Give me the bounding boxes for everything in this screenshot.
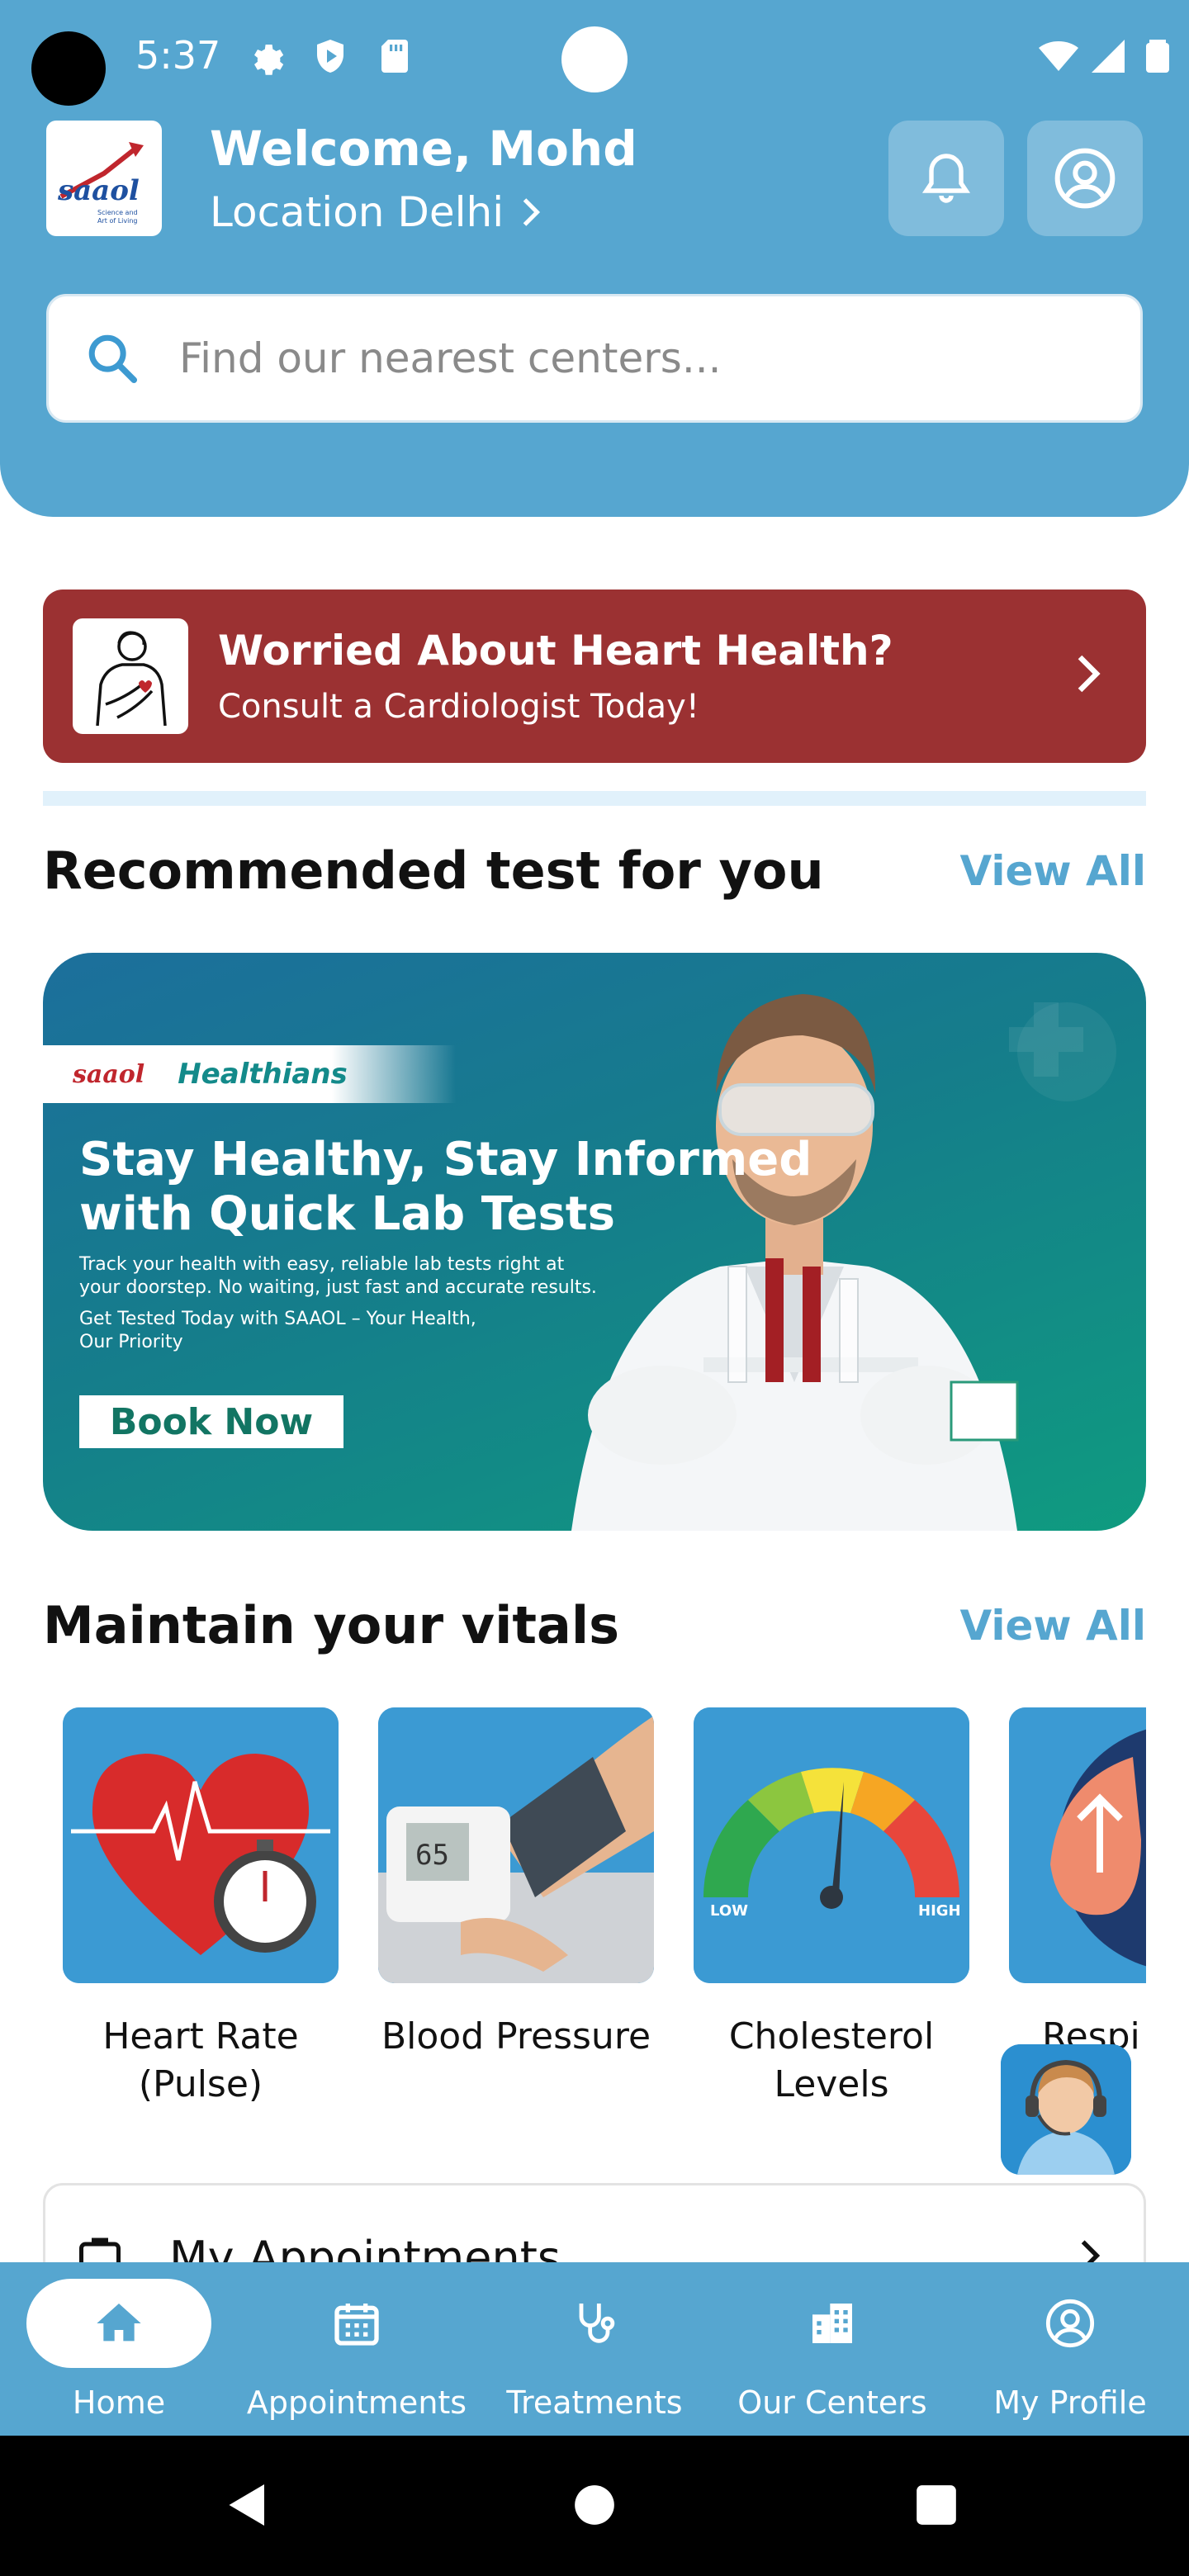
sd-card-icon xyxy=(381,40,408,73)
nav-my-profile[interactable]: My Profile xyxy=(951,2262,1189,2436)
building-icon xyxy=(812,2304,852,2343)
recents-icon[interactable] xyxy=(915,2484,958,2526)
vital-respiratory[interactable]: Respi xyxy=(1009,1707,1146,2061)
promo-description: Track your health with easy, reliable la… xyxy=(79,1254,597,1298)
stethoscope-icon xyxy=(579,2304,615,2343)
saaol-brand: saaol xyxy=(73,1059,145,1089)
svg-text:Art of Living: Art of Living xyxy=(97,217,137,225)
chevron-right-icon xyxy=(1078,655,1101,693)
promo-tagline: Get Tested Today with SAAOL – Your Healt… xyxy=(79,1309,476,1352)
vital-blood-pressure[interactable]: 65 Blood Pressure xyxy=(378,1707,654,2061)
cholesterol-gauge-image: LOW HIGH xyxy=(694,1707,969,1983)
svg-text:65: 65 xyxy=(415,1839,449,1872)
vital-heart-rate[interactable]: Heart Rate (Pulse) xyxy=(63,1707,339,2104)
welcome-text: Welcome, Mohd xyxy=(210,121,637,177)
status-bar: 5:37 xyxy=(0,0,1189,116)
consult-subtitle: Consult a Cardiologist Today! xyxy=(218,688,699,726)
heart-patient-icon xyxy=(73,618,188,734)
system-navigation-bar xyxy=(0,2436,1189,2576)
chevron-right-icon xyxy=(523,198,541,226)
nav-home[interactable]: Home xyxy=(0,2262,238,2436)
svg-text:HIGH: HIGH xyxy=(918,1902,961,1920)
vital-label: Cholesterol Levels xyxy=(728,2015,935,2104)
search-bar[interactable] xyxy=(46,294,1143,423)
status-time: 5:37 xyxy=(135,33,221,78)
bottom-navigation: Home Appointments Treatments Our Centers xyxy=(0,2262,1189,2436)
camera-cutout xyxy=(31,31,106,106)
battery-icon xyxy=(1146,40,1169,73)
nav-label: My Profile xyxy=(993,2384,1147,2421)
divider xyxy=(43,791,1146,806)
heart-rate-image xyxy=(63,1707,339,1983)
brand-strip: saaol Healthians xyxy=(43,1045,456,1103)
book-now-button[interactable]: Book Now xyxy=(79,1395,343,1448)
healthians-brand: Healthians xyxy=(178,1058,348,1091)
nav-label: Our Centers xyxy=(737,2384,927,2421)
recommended-view-all-link[interactable]: View All xyxy=(960,847,1146,895)
consult-cardiologist-banner[interactable]: Worried About Heart Health? Consult a Ca… xyxy=(43,590,1146,763)
support-agent-button[interactable] xyxy=(1001,2044,1131,2175)
vitals-section-title: Maintain your vitals xyxy=(43,1595,619,1655)
nav-treatments[interactable]: Treatments xyxy=(476,2262,713,2436)
app-header: 5:37 saaol Science and Art of Living Wel… xyxy=(0,0,1189,517)
nav-label: Home xyxy=(72,2384,166,2421)
calendar-icon xyxy=(334,2304,379,2346)
nav-appointments[interactable]: Appointments xyxy=(238,2262,476,2436)
svg-text:Science and: Science and xyxy=(97,209,138,216)
front-camera xyxy=(561,26,628,92)
saaol-logo[interactable]: saaol Science and Art of Living xyxy=(46,121,162,236)
vital-label: Blood Pressure xyxy=(381,2015,651,2057)
saaol-logo-graphic: saaol Science and Art of Living xyxy=(57,142,144,225)
profile-button[interactable] xyxy=(1027,121,1143,236)
profile-icon xyxy=(1054,148,1116,209)
vital-cholesterol[interactable]: LOW HIGH Cholesterol Levels xyxy=(694,1707,969,2104)
settings-icon xyxy=(254,45,284,75)
lungs-image xyxy=(1009,1707,1146,1983)
nav-our-centers[interactable]: Our Centers xyxy=(713,2262,951,2436)
svg-text:saaol: saaol xyxy=(57,174,140,207)
recommended-section-title: Recommended test for you xyxy=(43,841,824,901)
profile-icon xyxy=(1045,2299,1095,2348)
location-text: Location Delhi xyxy=(210,188,504,236)
consult-title: Worried About Heart Health? xyxy=(218,627,893,675)
scientist-image xyxy=(571,994,1116,1531)
search-icon xyxy=(88,334,138,384)
nav-label: Appointments xyxy=(246,2384,467,2421)
bell-icon xyxy=(921,154,971,203)
vitals-view-all-link[interactable]: View All xyxy=(960,1602,1146,1650)
location-selector[interactable]: Location Delhi xyxy=(210,188,543,236)
nav-label: Treatments xyxy=(506,2384,683,2421)
lab-test-promo-banner[interactable]: saaol Healthians Stay Healthy, Stay Info… xyxy=(43,953,1146,1531)
vitals-carousel[interactable]: Heart Rate (Pulse) 65 Blood Pressure LOW… xyxy=(63,1707,1146,2104)
shield-play-icon xyxy=(317,40,343,73)
promo-headline: Stay Healthy, Stay Informed with Quick L… xyxy=(79,1133,812,1241)
svg-text:LOW: LOW xyxy=(710,1902,748,1920)
support-agent-icon xyxy=(1001,2044,1131,2175)
blood-pressure-image: 65 xyxy=(378,1707,654,1983)
search-input[interactable] xyxy=(179,334,1087,382)
home-icon xyxy=(97,2304,141,2342)
cellular-signal-icon xyxy=(1092,40,1125,73)
notifications-button[interactable] xyxy=(888,121,1004,236)
wifi-icon xyxy=(1039,41,1078,71)
back-icon[interactable] xyxy=(223,2480,272,2530)
home-circle-icon[interactable] xyxy=(573,2484,616,2526)
vital-label: Heart Rate (Pulse) xyxy=(102,2015,299,2104)
